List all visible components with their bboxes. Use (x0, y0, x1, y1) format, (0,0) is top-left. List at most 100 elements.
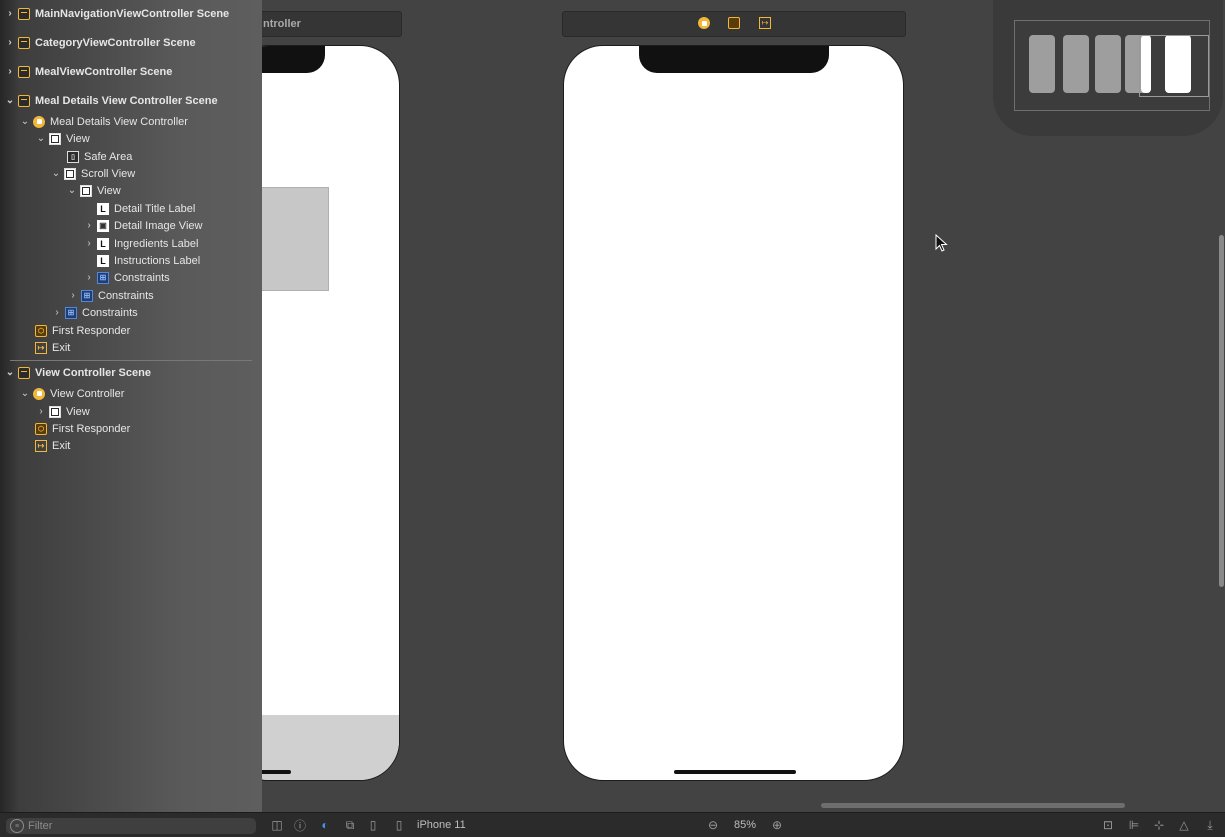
chevron-down-icon[interactable]: ⌄ (51, 168, 61, 179)
item-label: Exit (52, 439, 71, 452)
orientation-icon[interactable]: ⧉ (343, 818, 357, 832)
outline-constraints-view[interactable]: › ⊞ Constraints (52, 304, 138, 321)
outline-scene-meal[interactable]: › MealViewController Scene (5, 63, 172, 80)
chevron-down-icon[interactable]: ⌄ (36, 133, 46, 144)
outline-ingredients-label[interactable]: › L Ingredients Label (84, 235, 198, 252)
minimap-scene-2 (1063, 35, 1089, 93)
outline-scroll-view[interactable]: ⌄ Scroll View (51, 165, 135, 182)
scene-icon (18, 94, 30, 107)
chevron-right-icon[interactable]: › (84, 238, 94, 249)
resizing-icon[interactable]: ⤓ (1203, 818, 1217, 832)
filter-field[interactable]: ≡ Filter (6, 818, 256, 834)
scene-label: MainNavigationViewController Scene (35, 7, 230, 20)
chevron-down-icon[interactable]: ⌄ (67, 185, 77, 196)
minimap[interactable] (1014, 20, 1210, 111)
chevron-right-icon[interactable]: › (84, 220, 94, 231)
view-controller-phone[interactable] (563, 45, 904, 781)
device-icon[interactable]: ▯ (392, 818, 406, 832)
constraints-icon: ⊞ (97, 271, 109, 284)
outline-scene-category[interactable]: › CategoryViewController Scene (5, 34, 196, 51)
left-scene-bar[interactable]: ntroller (240, 11, 402, 37)
center-notch (639, 46, 829, 73)
outline-instructions-label[interactable]: L Instructions Label (84, 252, 200, 269)
add-constraints-icon[interactable]: ⊹ (1152, 818, 1166, 832)
outline-meal-details-controller[interactable]: ⌄ Meal Details View Controller (20, 113, 188, 130)
resolve-issues-icon[interactable]: △ (1177, 818, 1191, 832)
zoom-out-icon[interactable]: ⊖ (706, 818, 720, 832)
chevron-right-icon[interactable]: › (52, 307, 62, 318)
horizontal-scrollbar[interactable] (821, 803, 1125, 808)
zoom-level: 85% (734, 819, 757, 831)
scene-dock-vc-icon[interactable] (698, 17, 710, 29)
bottom-toolbar: ≡ Filter ◫ ⓘ ◐ ⧉ ▯ ▯ iPhone 11 ⊖ 85% ⊕ ⊡… (0, 812, 1225, 837)
chevron-down-icon[interactable]: ⌄ (5, 95, 15, 106)
outline-constraints-inner[interactable]: › ⊞ Constraints (84, 269, 170, 286)
scroll-view-icon (64, 167, 76, 180)
outline-constraints-scroll[interactable]: › ⊞ Constraints (68, 287, 154, 304)
exit-icon: ↦ (35, 341, 47, 354)
item-label: First Responder (52, 324, 131, 337)
align-icon[interactable]: ⊫ (1127, 818, 1141, 832)
chevron-right-icon[interactable]: › (68, 290, 78, 301)
appearance-icon[interactable]: ◐ (318, 818, 332, 832)
item-label: View (97, 184, 121, 197)
outline-inner-view[interactable]: ⌄ View (67, 182, 121, 199)
scene-dock-exit-icon[interactable]: ↦ (759, 17, 771, 29)
first-responder-icon: ⬡ (35, 324, 47, 337)
constraints-icon: ⊞ (81, 289, 93, 302)
scene-icon (18, 36, 30, 49)
outline-view[interactable]: ⌄ View (36, 130, 90, 147)
constraints-icon: ⊞ (65, 306, 77, 319)
outline-scene-meal-details[interactable]: ⌄ Meal Details View Controller Scene (5, 92, 218, 109)
outline-toggle-icon[interactable]: ◫ (270, 818, 284, 832)
detail-image-placeholder[interactable] (255, 187, 329, 291)
scene-label: CategoryViewController Scene (35, 36, 196, 49)
label-icon: L (97, 254, 109, 267)
outline-detail-image-view[interactable]: › ▣ Detail Image View (84, 217, 202, 234)
left-scene-title: ntroller (263, 18, 301, 30)
chevron-right-icon[interactable]: › (84, 272, 94, 283)
filter-icon: ≡ (10, 819, 24, 833)
item-label: Meal Details View Controller (50, 115, 188, 128)
view-controller-scene-bar[interactable]: ↦ (562, 11, 906, 37)
chevron-right-icon[interactable]: › (5, 8, 15, 19)
outline-vc-exit[interactable]: ↦ Exit (22, 437, 70, 454)
item-label: View (66, 405, 90, 418)
safe-area-icon: ▯ (67, 150, 79, 163)
chevron-down-icon[interactable]: ⌄ (20, 388, 30, 399)
chevron-down-icon[interactable]: ⌄ (20, 116, 30, 127)
outline-detail-title-label[interactable]: L Detail Title Label (84, 200, 195, 217)
outline-view-controller[interactable]: ⌄ View Controller (20, 385, 124, 402)
chevron-down-icon[interactable]: ⌄ (5, 367, 15, 378)
zoom-in-icon[interactable]: ⊕ (770, 818, 784, 832)
item-label: View Controller (50, 387, 125, 400)
chevron-right-icon[interactable]: › (36, 406, 46, 417)
center-home-indicator (674, 770, 796, 774)
item-label: Constraints (98, 289, 154, 302)
scene-dock-first-responder-icon[interactable] (728, 17, 740, 29)
layout-icon[interactable]: ▯ (366, 818, 380, 832)
outline-exit[interactable]: ↦ Exit (22, 339, 70, 356)
document-outline[interactable]: › MainNavigationViewController Scene › C… (0, 0, 262, 812)
item-label: Safe Area (84, 150, 133, 163)
accessibility-icon[interactable]: ⓘ (293, 818, 307, 833)
outline-scene-main-navigation[interactable]: › MainNavigationViewController Scene (5, 5, 229, 22)
minimap-scene-1 (1029, 35, 1055, 93)
outline-safe-area[interactable]: ▯ Safe Area (54, 148, 132, 165)
outline-vc-view[interactable]: › View (36, 403, 90, 420)
outline-vc-first-responder[interactable]: ⬡ First Responder (22, 420, 130, 437)
label-icon: L (97, 237, 109, 250)
item-label: Exit (52, 341, 71, 354)
minimap-viewport[interactable] (1139, 35, 1209, 97)
chevron-right-icon[interactable]: › (5, 37, 15, 48)
item-label: Scroll View (81, 167, 136, 180)
chevron-right-icon[interactable]: › (5, 66, 15, 77)
device-name[interactable]: iPhone 11 (417, 819, 466, 831)
outline-first-responder[interactable]: ⬡ First Responder (22, 322, 130, 339)
item-label: Detail Image View (114, 219, 203, 232)
embed-icon[interactable]: ⊡ (1101, 818, 1115, 832)
scene-label: View Controller Scene (35, 366, 151, 379)
outline-scene-view-controller[interactable]: ⌄ View Controller Scene (5, 364, 151, 381)
item-label: Constraints (114, 271, 170, 284)
vertical-scrollbar[interactable] (1219, 235, 1224, 587)
